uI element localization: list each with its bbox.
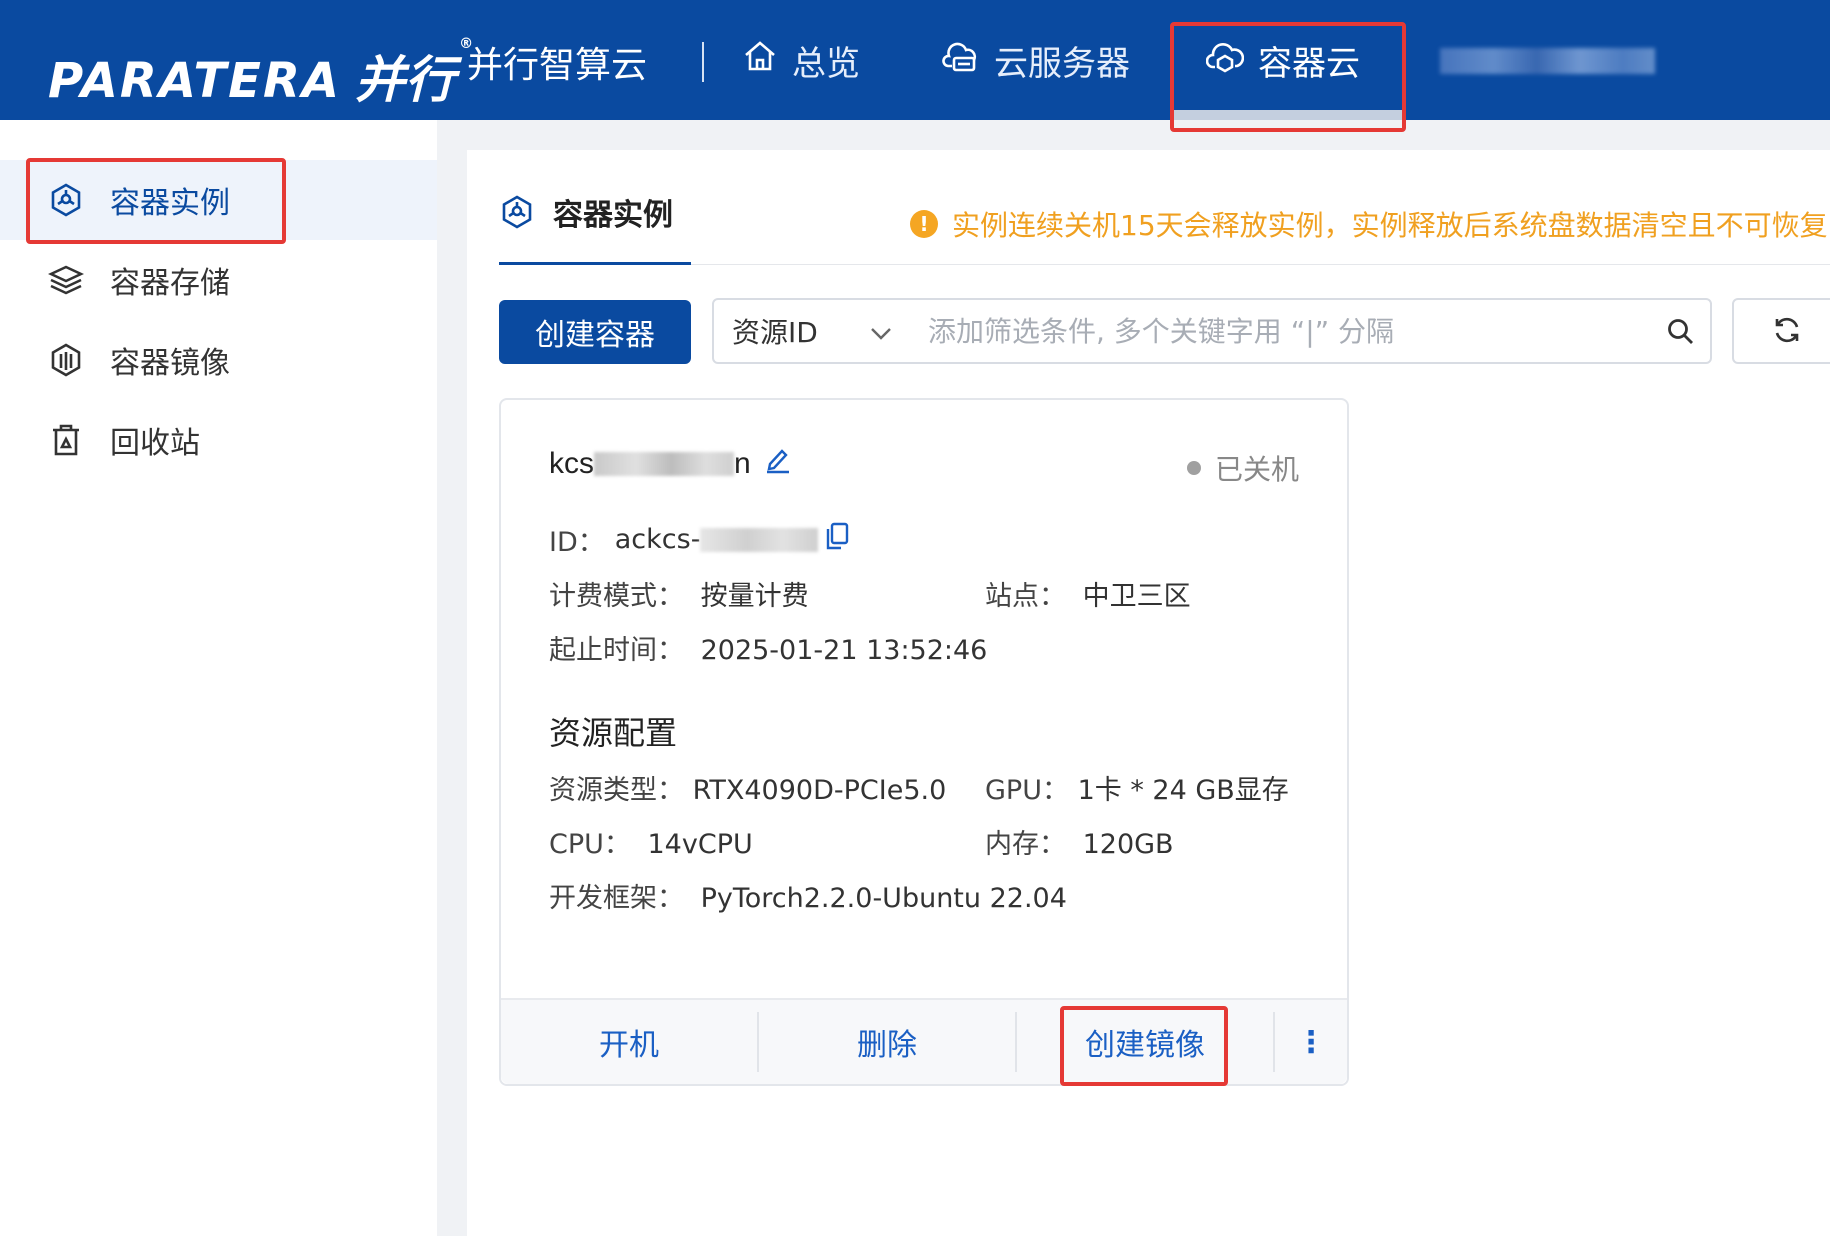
framework-value: PyTorch2.2.0-Ubuntu 22.04 (700, 883, 1067, 914)
instance-name-prefix: kcs (549, 447, 594, 480)
site-row: 站点： 中卫三区 (985, 574, 1191, 613)
sidebar-item-container-storage[interactable]: 容器存储 (0, 240, 437, 320)
site-label: 站点： (985, 581, 1066, 612)
product-name: 并行智算云 (467, 45, 648, 86)
memory-value: 120GB (1082, 829, 1174, 860)
filter-search-input[interactable] (914, 314, 1650, 348)
warning-icon: ! (910, 210, 938, 238)
nav-cloud-server-label: 云服务器 (994, 44, 1130, 84)
user-account-blurred[interactable] (1440, 48, 1655, 74)
tab-container-instance[interactable]: 容器实例 (499, 190, 673, 234)
resource-type-value: RTX4090D-PCIe5.0 (692, 775, 947, 806)
sidebar-item-label: 容器实例 (110, 186, 230, 221)
filter-field-select[interactable]: 资源ID (714, 311, 914, 351)
tab-active-underline (499, 262, 691, 265)
delete-button[interactable]: 删除 (759, 1020, 1015, 1064)
nav-container-cloud[interactable]: 容器云 (1205, 36, 1360, 85)
logo-text-cn: 并行 (355, 51, 456, 109)
sidebar: 容器实例 容器存储 容器镜像 回收站 (0, 120, 437, 1236)
memory-row: 内存： 120GB (985, 822, 1174, 861)
recycle-bin-icon (46, 420, 86, 460)
resource-type-row: 资源类型： RTX4090D-PCIe5.0 (549, 768, 946, 807)
time-row: 起止时间： 2025-01-21 13:52:46 (549, 628, 987, 667)
instance-name-blurred (594, 452, 734, 476)
nav-overview[interactable]: 总览 (742, 36, 860, 85)
container-instance-icon (46, 180, 86, 220)
filter-field-value: 资源ID (732, 316, 818, 349)
billing-value: 按量计费 (700, 581, 809, 612)
nav-active-indicator (1174, 110, 1402, 120)
billing-row: 计费模式： 按量计费 (549, 574, 809, 613)
refresh-button[interactable] (1732, 298, 1830, 364)
instance-card: kcs n 已关机 ID： ackcs- 计费模式： 按量计费 站点： 中卫三区 (499, 398, 1349, 1086)
container-instance-icon (499, 194, 535, 230)
gpu-value: 1卡 * 24 GB显存 (1077, 775, 1289, 806)
search-icon[interactable] (1650, 317, 1710, 345)
notice-text: 实例连续关机15天会释放实例，实例释放后系统盘数据清空且不可恢复 (952, 209, 1828, 242)
instance-name-suffix: n (734, 447, 751, 480)
header-divider (702, 42, 704, 82)
framework-label: 开发框架： (549, 883, 684, 914)
id-value: ackcs- (614, 524, 701, 555)
cpu-label: CPU： (549, 829, 631, 860)
chevron-down-icon (870, 315, 892, 348)
create-image-button[interactable]: 创建镜像 (1017, 1020, 1273, 1064)
image-icon (46, 340, 86, 380)
paratera-logo[interactable]: PARATERA 并行 ® (48, 36, 475, 112)
sidebar-item-label: 容器存储 (110, 266, 230, 301)
nav-overview-label: 总览 (792, 44, 860, 84)
filter-search-box: 资源ID (712, 298, 1712, 364)
nav-cloud-server[interactable]: 云服务器 (942, 36, 1130, 85)
create-container-button[interactable]: 创建容器 (499, 300, 691, 364)
edit-icon[interactable] (765, 446, 791, 482)
sidebar-item-label: 回收站 (110, 426, 200, 461)
refresh-icon (1772, 315, 1802, 348)
status-badge: 已关机 (1186, 448, 1299, 488)
sidebar-item-container-image[interactable]: 容器镜像 (0, 320, 437, 400)
release-notice: ! 实例连续关机15天会释放实例，实例释放后系统盘数据清空且不可恢复 (910, 204, 1830, 244)
cpu-row: CPU： 14vCPU (549, 822, 753, 861)
card-actions: 开机 删除 创建镜像 ⋮ (501, 998, 1347, 1084)
time-value: 2025-01-21 13:52:46 (700, 635, 988, 666)
main-panel: 容器实例 ! 实例连续关机15天会释放实例，实例释放后系统盘数据清空且不可恢复 … (467, 150, 1830, 1236)
resource-config-title: 资源配置 (549, 714, 678, 752)
sidebar-item-recycle-bin[interactable]: 回收站 (0, 400, 437, 480)
instance-id-row: ID： ackcs- (549, 520, 850, 559)
tab-label: 容器实例 (553, 198, 673, 233)
tab-divider (499, 264, 1830, 265)
gpu-label: GPU： (985, 775, 1069, 806)
cpu-value: 14vCPU (647, 829, 753, 860)
resource-type-label: 资源类型： (549, 775, 684, 806)
cloud-server-icon (942, 38, 980, 83)
sidebar-item-container-instance[interactable]: 容器实例 (0, 160, 437, 240)
status-dot (1186, 461, 1201, 475)
home-icon (742, 38, 778, 83)
top-header: PARATERA 并行 ® 并行智算云 总览 云服务器 容器云 (0, 0, 1830, 120)
id-label: ID： (549, 527, 605, 558)
site-value: 中卫三区 (1082, 581, 1191, 612)
logo-text-en: PARATERA (48, 53, 342, 109)
id-value-blurred (700, 527, 819, 552)
gpu-row: GPU： 1卡 * 24 GB显存 (985, 768, 1289, 807)
memory-label: 内存： (985, 829, 1066, 860)
status-text: 已关机 (1214, 453, 1299, 486)
time-label: 起止时间： (549, 635, 684, 666)
more-actions-icon[interactable]: ⋮ (1275, 1025, 1347, 1060)
cloud-container-icon (1205, 38, 1245, 83)
sidebar-item-label: 容器镜像 (110, 346, 230, 381)
layers-icon (46, 260, 86, 300)
billing-label: 计费模式： (549, 581, 684, 612)
instance-name: kcs n (549, 446, 791, 482)
framework-row: 开发框架： PyTorch2.2.0-Ubuntu 22.04 (549, 876, 1067, 915)
copy-icon[interactable] (824, 521, 850, 558)
start-button[interactable]: 开机 (501, 1020, 757, 1064)
nav-container-cloud-label: 容器云 (1258, 44, 1360, 84)
